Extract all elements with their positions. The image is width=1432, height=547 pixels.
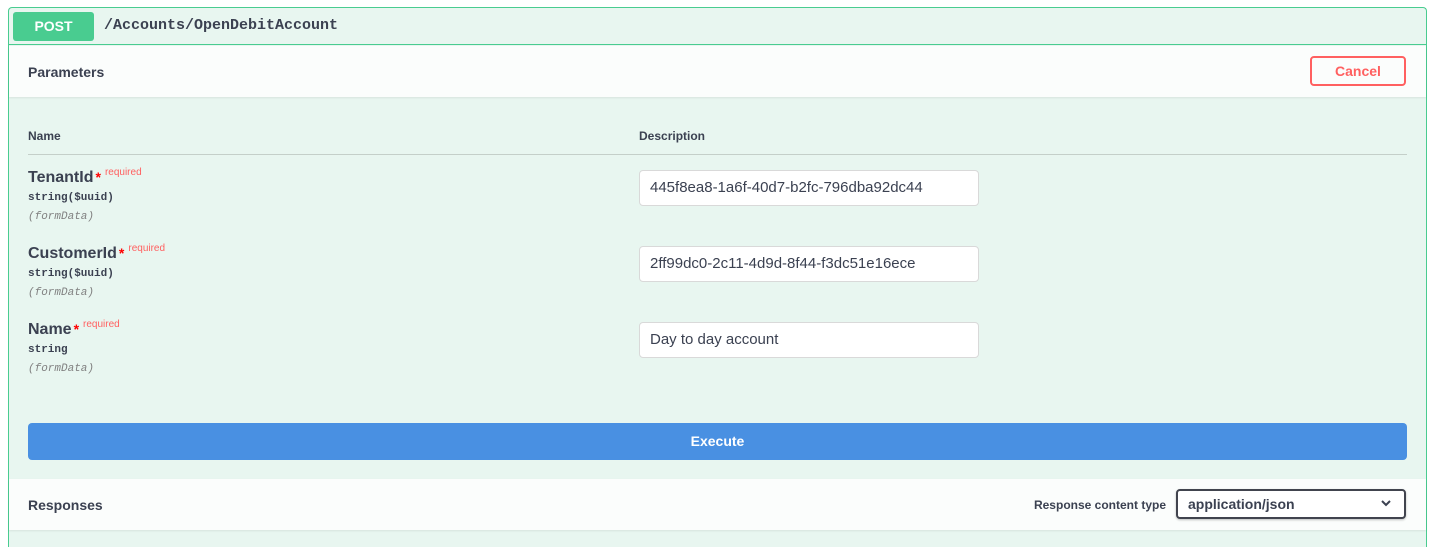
method-badge: POST — [13, 12, 94, 41]
required-star: * — [95, 169, 101, 185]
parameter-type: string($uuid) — [28, 192, 114, 204]
parameter-location: (formData) — [28, 363, 95, 375]
parameter-name: CustomerId * required — [28, 243, 166, 262]
chevron-down-icon — [1380, 491, 1392, 526]
response-content-type-label: Response content type — [1033, 498, 1166, 512]
required-star: * — [118, 245, 125, 261]
parameter-row-name: Name * required string (formData) Day to d… — [9, 319, 1426, 397]
column-divider — [28, 154, 1407, 155]
response-content-type-select[interactable]: application/json — [1176, 489, 1406, 519]
customerid-input[interactable]: 2ff99dc0-2c11-4d9d-8f44-f3dc51e16ece — [639, 246, 979, 282]
parameter-type: string($uuid) — [28, 268, 114, 280]
execute-button[interactable]: Execute — [28, 423, 1407, 460]
opblock-summary[interactable]: POST /Accounts/OpenDebitAccount — [9, 8, 1426, 45]
name-input[interactable]: Day to day account — [639, 322, 979, 358]
opblock-post: POST /Accounts/OpenDebitAccount Paramete… — [8, 7, 1427, 547]
cancel-button[interactable]: Cancel — [1310, 56, 1406, 86]
parameter-name: Name * required — [28, 319, 120, 338]
column-header-name: Name — [28, 129, 61, 143]
parameter-row-tenantid: TenantId * required string($uuid) (formDat… — [9, 167, 1426, 245]
responses-title: Responses — [28, 497, 103, 513]
parameter-name: TenantId * required — [28, 167, 142, 186]
parameters-header: Parameters Cancel — [9, 46, 1426, 97]
parameter-location: (formData) — [28, 287, 95, 299]
endpoint-path: /Accounts/OpenDebitAccount — [104, 17, 339, 34]
responses-header: Responses Response content type applicat… — [9, 479, 1426, 530]
required-star: * — [73, 321, 80, 337]
parameter-row-customerid: CustomerId * required string($uuid) (formD… — [9, 243, 1426, 321]
required-label: required — [104, 167, 142, 178]
parameter-type: string — [28, 344, 68, 356]
required-label: required — [83, 319, 120, 330]
tenantid-input[interactable]: 445f8ea8-1a6f-40d7-b2fc-796dba92dc44 — [639, 170, 979, 206]
parameter-location: (formData) — [28, 211, 95, 223]
column-header-description: Description — [639, 129, 706, 143]
response-content-type-value: application/json — [1188, 496, 1295, 512]
parameters-title: Parameters — [28, 64, 105, 80]
required-label: required — [128, 243, 166, 254]
